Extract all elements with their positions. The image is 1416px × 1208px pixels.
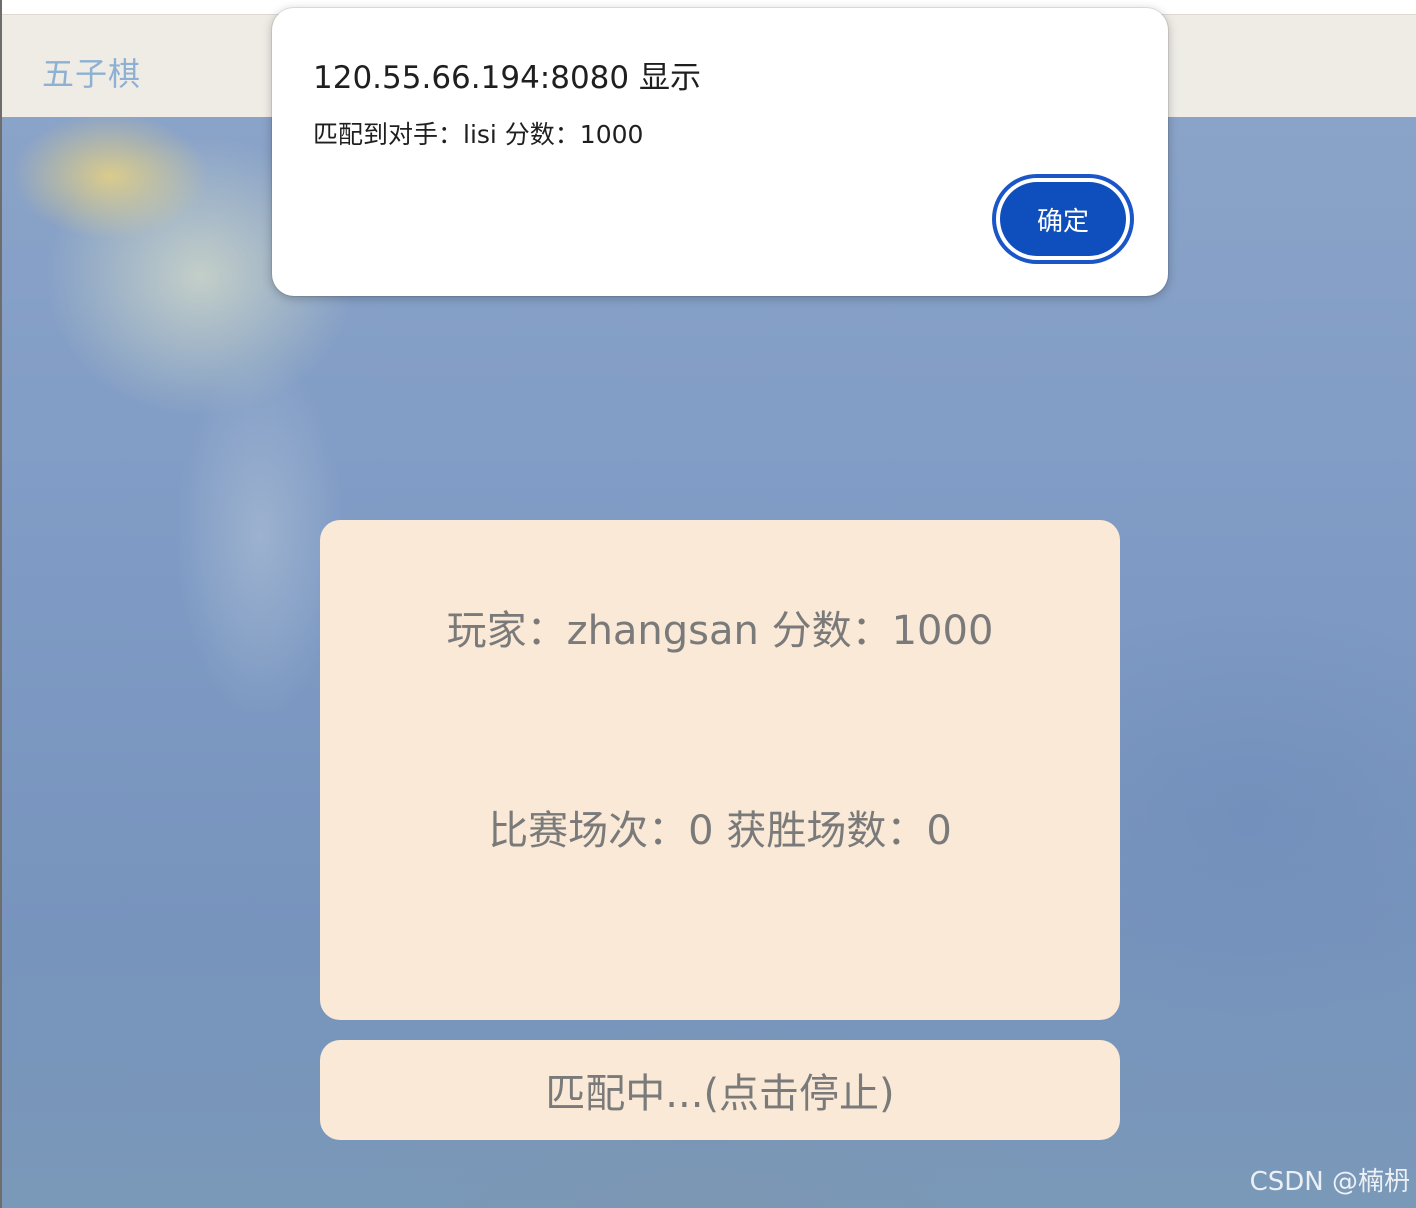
ok-button-label: 确定 [1000,182,1126,256]
page: 五子棋 玩家：zhangsan 分数：1000 比赛场次：0 获胜场数：0 匹配… [0,0,1416,1208]
dialog-title: 120.55.66.194:8080 显示 [313,60,701,96]
player-info-card: 玩家：zhangsan 分数：1000 比赛场次：0 获胜场数：0 [320,520,1120,1020]
nav-title: 五子棋 [42,55,142,93]
watermark: CSDN @楠枬 [1249,1167,1410,1197]
match-stats-text: 比赛场次：0 获胜场数：0 [488,808,952,854]
ok-button[interactable]: 确定 [992,174,1134,264]
alert-dialog: 120.55.66.194:8080 显示 匹配到对手：lisi 分数：1000… [272,8,1168,296]
dialog-message: 匹配到对手：lisi 分数：1000 [313,120,644,149]
match-stop-button[interactable]: 匹配中...(点击停止) [320,1040,1120,1140]
window-edge [0,0,2,1208]
player-score-text: 玩家：zhangsan 分数：1000 [446,608,994,654]
